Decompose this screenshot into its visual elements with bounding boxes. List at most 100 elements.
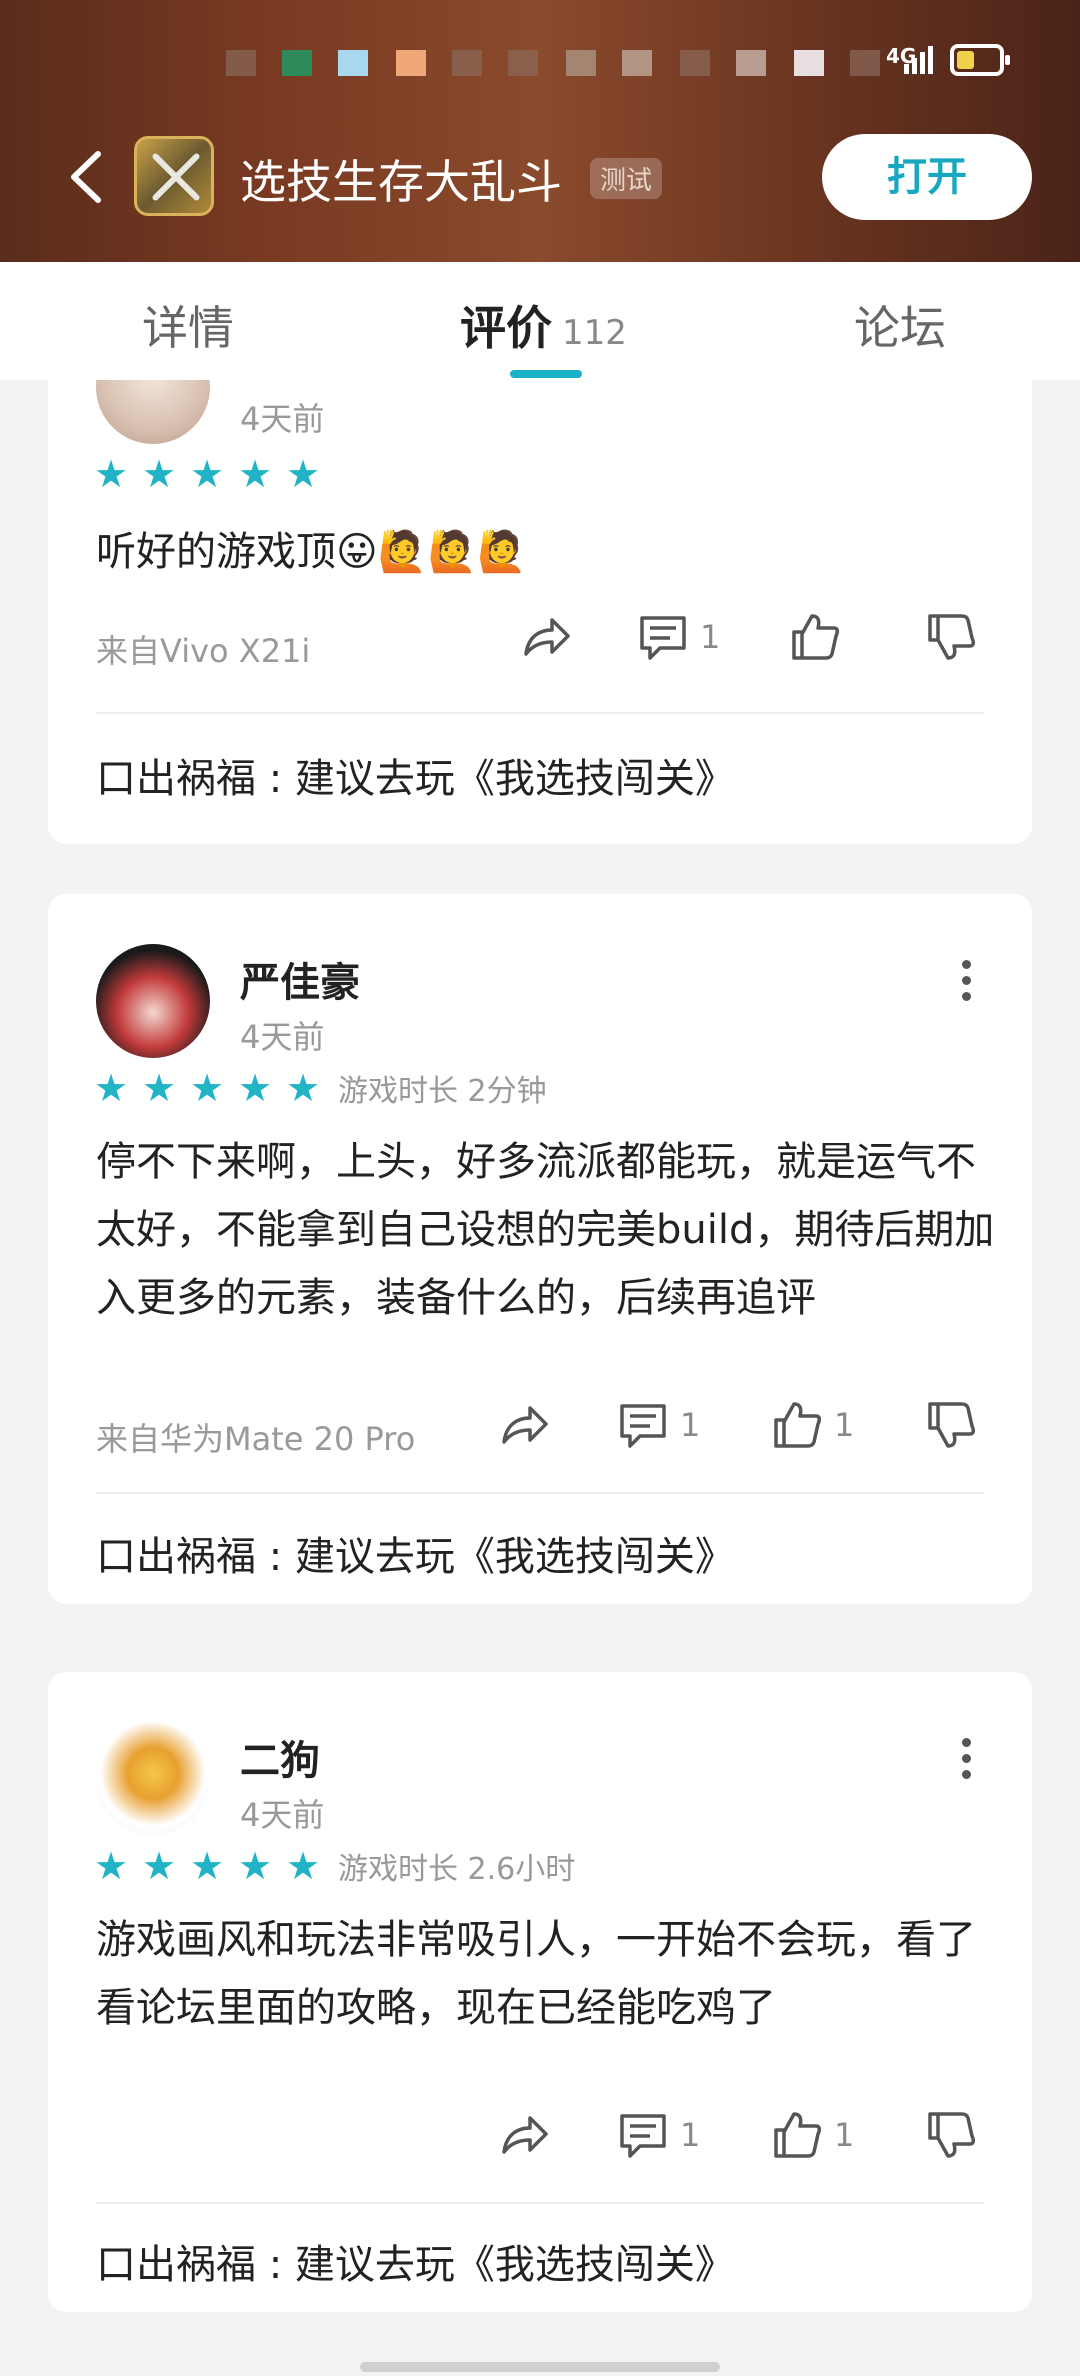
notification-icon (566, 50, 596, 76)
device-label: 来自华为Mate 20 Pro (96, 1420, 416, 1458)
play-time: 游戏时长 2分钟 (338, 1074, 547, 1109)
tab-forum[interactable]: 论坛 (854, 292, 946, 358)
device-label: 来自Vivo X21i (96, 632, 311, 670)
dislike-button[interactable] (924, 610, 978, 664)
comment-icon (640, 616, 686, 660)
star-icon: ★ (190, 452, 225, 496)
review-list[interactable]: 4天前 ★ ★ ★ ★ ★ 听好的游戏顶😛🙋🙋🙋 来自Vivo X21i 1 口出祸福 … (0, 380, 1080, 2376)
tab-details[interactable]: 详情 (142, 292, 234, 358)
tab-reviews[interactable]: 评价 112 (460, 292, 627, 358)
star-icon: ★ (190, 1066, 225, 1110)
thumbs-down-icon (928, 2112, 976, 2158)
review-content: 游戏画风和玩法非常吸引人，一开始不会玩，看了看论坛里面的攻略，现在已经能吃鸡了 (96, 1917, 976, 2031)
star-icon: ★ (94, 1844, 129, 1888)
play-time: 游戏时长 2.6小时 (338, 1852, 576, 1887)
review-card: 二狗 4天前 ★ ★ ★ ★ ★ 游戏时长 2.6小时 游戏画风和玩法非常吸引人，一开始… (48, 1672, 1032, 2312)
like-button[interactable]: 1 (770, 2108, 854, 2162)
rating-stars: ★ ★ ★ ★ ★ 游戏时长 2分钟 (94, 1066, 547, 1110)
developer-reply[interactable]: 口出祸福 : 建议去玩《我选技闯关》 (96, 1524, 735, 1582)
developer-reply[interactable]: 口出祸福 : 建议去玩《我选技闯关》 (96, 746, 735, 804)
avatar[interactable] (96, 380, 210, 444)
notification-icon (226, 50, 256, 76)
app-title: 选技生存大乱斗 (240, 155, 562, 209)
share-button[interactable] (496, 2108, 550, 2162)
review-time: 4天前 (240, 1796, 325, 1834)
notification-icon (850, 50, 880, 76)
open-button[interactable]: 打开 (822, 134, 1032, 220)
more-options-icon[interactable] (960, 1738, 972, 1782)
star-icon: ★ (94, 1066, 129, 1110)
developer-reply[interactable]: 口出祸福 : 建议去玩《我选技闯关》 (96, 2232, 735, 2290)
thumbs-up-icon (792, 614, 840, 660)
back-arrow-icon[interactable] (66, 150, 106, 204)
star-icon: ★ (286, 1066, 321, 1110)
review-content: 听好的游戏顶😛🙋🙋🙋 (96, 529, 528, 575)
review-card: 4天前 ★ ★ ★ ★ ★ 听好的游戏顶😛🙋🙋🙋 来自Vivo X21i 1 口出祸福 … (48, 380, 1032, 844)
star-icon: ★ (286, 1844, 321, 1888)
status-bar: 4G (0, 0, 1080, 120)
active-tab-indicator (510, 370, 582, 378)
like-count: 1 (834, 2116, 855, 2154)
notification-icon (282, 50, 312, 76)
star-icon: ★ (238, 452, 273, 496)
review-time: 4天前 (240, 1018, 325, 1056)
share-button[interactable] (496, 1398, 550, 1452)
like-button[interactable] (788, 610, 842, 664)
comment-count: 1 (700, 618, 721, 656)
dislike-button[interactable] (924, 2108, 978, 2162)
star-icon: ★ (238, 1844, 273, 1888)
rating-stars: ★ ★ ★ ★ ★ (94, 452, 334, 496)
comment-icon (620, 1404, 666, 1448)
review-count: 112 (562, 313, 627, 353)
thumbs-down-icon (928, 614, 976, 660)
notification-icon (338, 50, 368, 76)
battery-icon (950, 44, 1010, 76)
app-header: 4G 选技生存大乱斗 测试 打开 (0, 0, 1080, 262)
like-button[interactable]: 1 (770, 1398, 854, 1452)
divider (96, 712, 984, 714)
avatar[interactable] (96, 1722, 210, 1836)
thumbs-up-icon (774, 2112, 822, 2158)
more-options-icon[interactable] (960, 960, 972, 1004)
notification-icon (794, 50, 824, 76)
share-icon (502, 2116, 548, 2154)
signal-icon (904, 46, 934, 74)
star-icon: ★ (142, 1844, 177, 1888)
test-tag: 测试 (590, 158, 663, 199)
review-card: 严佳豪 4天前 ★ ★ ★ ★ ★ 游戏时长 2分钟 停不下来啊，上头，好多流派都能玩，… (48, 894, 1032, 1604)
star-icon: ★ (94, 452, 129, 496)
comment-count: 1 (680, 2116, 701, 2154)
like-count: 1 (834, 1406, 855, 1444)
notification-icon (736, 50, 766, 76)
notification-icon (680, 50, 710, 76)
comment-icon (620, 2114, 666, 2158)
divider (96, 1492, 984, 1494)
review-time: 4天前 (240, 400, 325, 438)
comment-count: 1 (680, 1406, 701, 1444)
rating-stars: ★ ★ ★ ★ ★ 游戏时长 2.6小时 (94, 1844, 575, 1888)
dislike-button[interactable] (924, 1398, 978, 1452)
avatar[interactable] (96, 944, 210, 1058)
notification-icon (622, 50, 652, 76)
share-button[interactable] (518, 610, 572, 664)
comment-button[interactable]: 1 (616, 2108, 700, 2162)
star-icon: ★ (286, 452, 321, 496)
star-icon: ★ (190, 1844, 225, 1888)
star-icon: ★ (142, 452, 177, 496)
notification-icon (508, 50, 538, 76)
thumbs-down-icon (928, 1402, 976, 1448)
share-icon (524, 618, 570, 656)
comment-button[interactable]: 1 (616, 1398, 700, 1452)
app-icon (134, 136, 214, 216)
notification-icon (452, 50, 482, 76)
home-indicator[interactable] (360, 2362, 720, 2372)
reviewer-name[interactable]: 严佳豪 (240, 950, 360, 1008)
notification-icon (396, 50, 426, 76)
tab-bar: 详情 评价 112 论坛 (0, 262, 1080, 380)
star-icon: ★ (238, 1066, 273, 1110)
divider (96, 2202, 984, 2204)
review-content: 停不下来啊，上头，好多流派都能玩，就是运气不太好，不能拿到自己设想的完美buil… (96, 1139, 995, 1321)
reviewer-name[interactable]: 二狗 (240, 1728, 320, 1786)
comment-button[interactable]: 1 (636, 610, 720, 664)
star-icon: ★ (142, 1066, 177, 1110)
